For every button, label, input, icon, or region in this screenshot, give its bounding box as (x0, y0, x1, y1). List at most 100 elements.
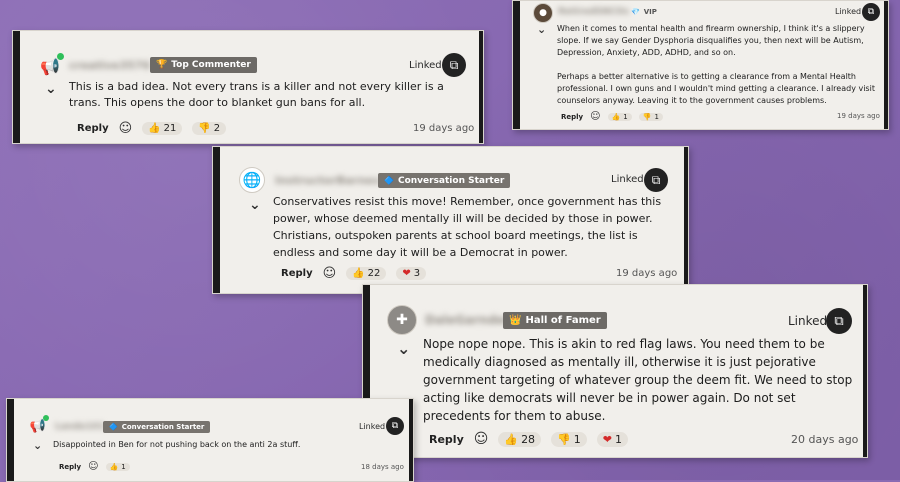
comment-text-2: Perhaps a better alternative is to getti… (557, 72, 875, 105)
reaction-thumbs-up[interactable]: 👍 28 (498, 431, 542, 447)
timestamp: 19 days ago (413, 123, 475, 134)
linked-label: Linked (359, 422, 386, 431)
reaction-thumbs-up[interactable]: 👍 1 (607, 112, 632, 121)
comment-text: Nope nope nope. This is akin to red flag… (423, 337, 853, 423)
thumbs-up-icon: 👍 (352, 268, 365, 279)
linked-label: Linked (409, 60, 442, 71)
comment-footer: Reply ☺ 👍 1 (59, 461, 130, 472)
reaction-count: 21 (163, 123, 177, 134)
reply-button[interactable]: Reply (281, 268, 313, 279)
comment-footer: Reply ☺ 👍 28 👎 1 ❤ 1 (429, 431, 628, 447)
diamond-icon: 🔷 (109, 423, 118, 431)
badge: 🏆 Top Commenter (150, 57, 257, 73)
heart-icon: ❤ (402, 268, 411, 279)
reaction-thumbs-down[interactable]: 👎 1 (638, 112, 663, 121)
badge: 🔷 Conversation Starter (103, 421, 211, 433)
reaction-count: 2 (213, 123, 221, 134)
chevron-down-icon[interactable]: ⌄ (397, 339, 410, 358)
reply-button[interactable]: Reply (77, 123, 109, 134)
username[interactable]: creative3576 (69, 59, 150, 72)
chevron-down-icon[interactable]: ⌄ (537, 23, 546, 36)
link-button[interactable]: ⧉ (826, 308, 852, 334)
reaction-thumbs-up[interactable]: 👍 22 (346, 267, 387, 280)
username[interactable]: RetiredSNCOs (558, 7, 629, 17)
reaction-heart[interactable]: ❤ 3 (396, 267, 427, 280)
comment-text: This is a bad idea. Not every trans is a… (69, 80, 444, 109)
add-reaction-icon[interactable]: ☺ (323, 266, 337, 281)
badge-label: Conversation Starter (121, 423, 205, 431)
reaction-count: 22 (367, 268, 381, 279)
reaction-count: 1 (654, 112, 659, 121)
online-status-icon (43, 415, 49, 421)
reaction-thumbs-up[interactable]: 👍 1 (105, 462, 130, 471)
comment-text: Conservatives resist this move! Remember… (273, 195, 662, 259)
trophy-icon: 🏆 (156, 60, 168, 70)
comment-card-1: 📢 creative3576 🏆 Top Commenter Linked ⧉ … (12, 30, 484, 144)
reaction-count: 28 (521, 432, 536, 446)
link-button[interactable]: ⧉ (644, 168, 668, 192)
chevron-down-icon[interactable]: ⌄ (249, 197, 261, 213)
link-button[interactable]: ⧉ (386, 417, 404, 435)
username[interactable]: Lando101 (55, 422, 105, 432)
badge-label: VIP (643, 8, 657, 16)
comment-footer: Reply ☺ 👍 21 👎 2 (77, 121, 227, 136)
reply-button[interactable]: Reply (429, 433, 464, 446)
badge-label: Top Commenter (171, 60, 251, 70)
thumbs-up-icon: 👍 (148, 123, 161, 134)
add-reaction-icon[interactable]: ☺ (88, 461, 98, 472)
comment-card-5: 📢 Lando101 🔷 Conversation Starter Linked… (6, 398, 414, 482)
username[interactable]: DaleGarnder (425, 313, 510, 327)
thumbs-up-icon: 👍 (504, 432, 519, 446)
timestamp: 20 days ago (791, 433, 859, 446)
thumbs-down-icon: 👎 (557, 432, 571, 446)
thumbs-up-icon: 👍 (611, 112, 621, 121)
badge: 💎 VIP (625, 6, 663, 18)
reaction-count: 1 (614, 432, 622, 446)
user-avatar: ● (533, 3, 553, 23)
diamond-icon: 🔷 (384, 176, 394, 185)
reply-button[interactable]: Reply (561, 113, 583, 121)
add-reaction-icon[interactable]: ☺ (119, 121, 133, 136)
comment-footer: Reply ☺ 👍 1 👎 1 (561, 111, 663, 122)
thumbs-up-icon: 👍 (109, 462, 119, 471)
badge-label: Hall of Famer (525, 315, 601, 326)
linked-label: Linked (835, 7, 862, 16)
reaction-count: 1 (573, 432, 581, 446)
timestamp: 18 days ago (361, 463, 404, 471)
bandage-avatar-icon: ✚ (387, 305, 417, 335)
chevron-down-icon[interactable]: ⌄ (33, 439, 42, 452)
thumbs-down-icon: 👎 (642, 112, 652, 121)
reaction-heart[interactable]: ❤ 1 (596, 431, 628, 447)
badge: 🔷 Conversation Starter (378, 173, 511, 188)
comment-footer: Reply ☺ 👍 22 ❤ 3 (281, 266, 427, 281)
online-status-icon (57, 53, 64, 60)
linked-label: Linked (611, 174, 644, 185)
add-reaction-icon[interactable]: ☺ (590, 111, 600, 122)
timestamp: 19 days ago (616, 268, 678, 279)
thumbs-down-icon: 👎 (198, 123, 211, 134)
badge: 👑 Hall of Famer (503, 312, 607, 329)
reaction-thumbs-down[interactable]: 👎 1 (551, 431, 587, 447)
comment-card-4: ✚ DaleGarnder 👑 Hall of Famer Linked ⧉ ⌄… (362, 284, 868, 458)
crown-icon: 👑 (509, 315, 522, 326)
reaction-count: 1 (121, 462, 126, 471)
reaction-thumbs-up[interactable]: 👍 21 (142, 122, 183, 135)
reaction-thumbs-down[interactable]: 👎 2 (192, 122, 227, 135)
comment-text: When it comes to mental health and firea… (557, 24, 865, 57)
comment-text: Disappointed in Ben for not pushing back… (53, 440, 301, 449)
add-reaction-icon[interactable]: ☺ (474, 431, 489, 447)
reaction-count: 3 (413, 268, 421, 279)
diamond-icon: 💎 (631, 8, 640, 16)
link-button[interactable]: ⧉ (862, 3, 880, 21)
link-button[interactable]: ⧉ (442, 53, 466, 77)
reaction-count: 1 (623, 112, 628, 121)
heart-icon: ❤ (602, 432, 612, 446)
comment-card-3: 🌐 InstructorBarnes 🔷 Conversation Starte… (212, 146, 689, 294)
reply-button[interactable]: Reply (59, 463, 81, 471)
globe-avatar-icon: 🌐 (239, 167, 265, 193)
comment-card-2: ● RetiredSNCOs 💎 VIP Linked ⧉ ⌄ When it … (512, 0, 889, 130)
timestamp: 19 days ago (837, 112, 880, 120)
username[interactable]: InstructorBarnes (275, 174, 380, 187)
chevron-down-icon[interactable]: ⌄ (45, 81, 57, 97)
badge-label: Conversation Starter (397, 175, 505, 186)
